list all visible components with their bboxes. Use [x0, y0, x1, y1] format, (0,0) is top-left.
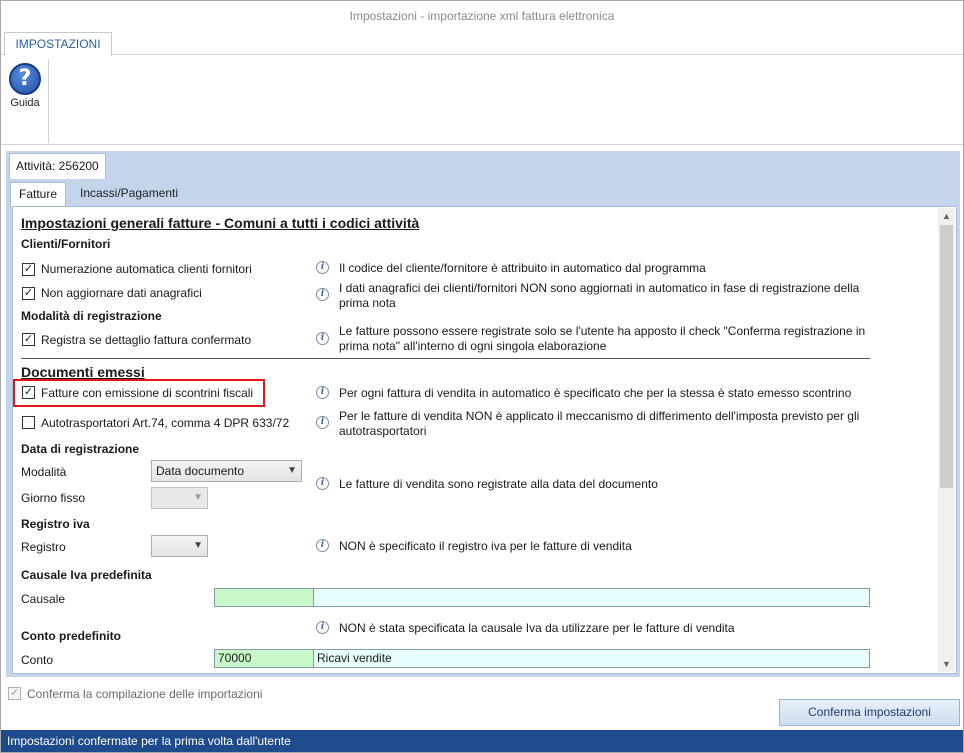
scroll-up-icon[interactable]: ▲ — [938, 208, 955, 224]
date-heading: Data di registrazione — [21, 442, 140, 456]
vertical-scrollbar[interactable]: ▲ ▼ — [938, 208, 955, 672]
status-bar: Impostazioni confermate per la prima vol… — [1, 730, 963, 752]
general-settings-title: Impostazioni generali fatture - Comuni a… — [21, 215, 420, 231]
window-title: Impostazioni - importazione xml fattura … — [349, 9, 615, 23]
auto-checkbox[interactable] — [22, 416, 35, 429]
ribbon-tabs: IMPOSTAZIONI — [1, 31, 963, 56]
tab-fatture[interactable]: Fatture — [10, 182, 67, 207]
giorno-select[interactable]: ▼ — [151, 487, 208, 509]
info-icon: i — [316, 332, 329, 345]
info-icon: i — [316, 288, 329, 301]
help-icon: ? — [9, 63, 41, 95]
info-icon: i — [316, 416, 329, 429]
causale-info: NON è stata specificata la causale Iva d… — [339, 621, 735, 635]
causale-label: Causale — [21, 592, 66, 606]
section-divider — [21, 358, 870, 359]
register-if-info: Le fatture possono essere registrate sol… — [339, 324, 866, 353]
registro-select[interactable]: ▼ — [151, 535, 208, 557]
help-button[interactable]: ? Guida — [5, 61, 45, 117]
no-update-label: Non aggiornare dati anagrafici — [41, 286, 202, 300]
causale-heading: Causale Iva predefinita — [21, 568, 152, 582]
confirm-settings-button[interactable]: Conferma impostazioni — [779, 699, 960, 726]
auto-info: Per le fatture di vendita NON è applicat… — [339, 409, 860, 438]
giorno-label: Giorno fisso — [21, 491, 86, 505]
conto-heading: Conto predefinito — [21, 629, 121, 643]
ribbon-tab-impostazioni[interactable]: IMPOSTAZIONI — [4, 32, 112, 56]
chevron-down-icon: ▼ — [193, 540, 203, 551]
settings-panel: Fatture Incassi/Pagamenti Impostazioni g… — [6, 179, 960, 677]
scroll-down-icon[interactable]: ▼ — [938, 656, 955, 672]
settings-window: Impostazioni - importazione xml fattura … — [0, 0, 964, 753]
scroll-thumb[interactable] — [940, 225, 953, 488]
conto-code-field[interactable]: 70000 — [214, 649, 314, 668]
register-if-checkbox[interactable]: ✓ — [22, 333, 35, 346]
causale-code-field[interactable] — [214, 588, 314, 607]
receipts-checkbox[interactable]: ✓ — [22, 386, 35, 399]
causale-description-field[interactable] — [313, 588, 870, 607]
info-icon: i — [316, 477, 329, 490]
info-icon: i — [316, 621, 329, 634]
registro-label: Registro — [21, 540, 66, 554]
registration-heading: Modalità di registrazione — [21, 309, 162, 323]
numbering-label: Numerazione automatica clienti fornitori — [41, 262, 252, 276]
info-icon: i — [316, 261, 329, 274]
auto-label: Autotrasportatori Art.74, comma 4 DPR 63… — [41, 416, 290, 430]
ribbon-separator — [48, 59, 49, 143]
chevron-down-icon: ▼ — [193, 492, 203, 503]
modalita-label: Modalità — [21, 465, 67, 479]
register-if-label: Registra se dettaglio fattura confermato — [41, 333, 252, 347]
registro-info: NON è specificato il registro iva per le… — [339, 539, 632, 553]
ribbon: ? Guida — [1, 55, 963, 145]
receipts-info: Per ogni fattura di vendita in automatic… — [339, 386, 852, 400]
numbering-checkbox[interactable]: ✓ — [22, 263, 35, 276]
no-update-checkbox[interactable]: ✓ — [22, 287, 35, 300]
numbering-info: Il codice del cliente/fornitore è attrib… — [339, 261, 706, 275]
info-icon: i — [316, 539, 329, 552]
chevron-down-icon: ▼ — [287, 465, 297, 476]
no-update-info: I dati anagrafici dei clienti/fornitori … — [339, 281, 860, 310]
fatture-content: Impostazioni generali fatture - Comuni a… — [12, 206, 957, 674]
conto-description-field[interactable]: Ricavi vendite — [313, 649, 870, 668]
modalita-value: Data documento — [156, 464, 245, 478]
tab-activity[interactable]: Attività: 256200 — [9, 153, 106, 179]
activity-tabs: Attività: 256200 — [6, 151, 960, 179]
iva-heading: Registro iva — [21, 517, 90, 531]
help-button-label: Guida — [10, 97, 40, 109]
modalita-select[interactable]: Data documento ▼ — [151, 460, 302, 482]
info-icon: i — [316, 386, 329, 399]
conto-label: Conto — [21, 653, 54, 667]
date-info: Le fatture di vendita sono registrate al… — [339, 477, 658, 491]
confirm-compilation-label: Conferma la compilazione delle importazi… — [27, 687, 263, 701]
issued-documents-title: Documenti emessi — [21, 364, 145, 380]
tab-incassi-pagamenti[interactable]: Incassi/Pagamenti — [72, 182, 186, 207]
confirm-compilation-checkbox[interactable]: ✓ — [8, 687, 21, 700]
clients-heading: Clienti/Fornitori — [21, 237, 111, 251]
receipts-label: Fatture con emissione di scontrini fisca… — [41, 386, 254, 400]
